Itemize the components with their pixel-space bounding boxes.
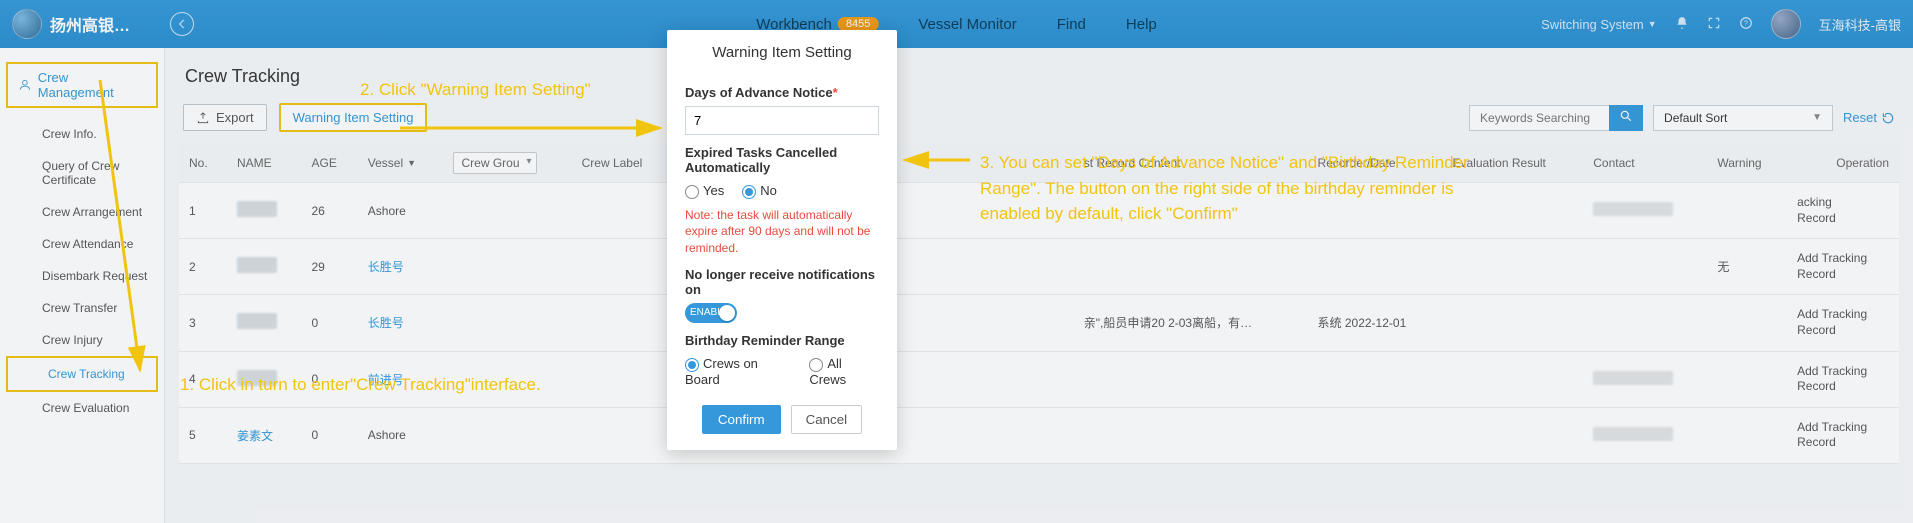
col-age: AGE [301,144,357,183]
contact-blur [1593,202,1673,216]
workbench-badge: 8455 [838,17,878,31]
cancel-button[interactable]: Cancel [791,405,863,434]
logo-area: 扬州高银… [12,9,130,39]
modal-title: Warning Item Setting [685,44,879,75]
crew-table: No. NAME AGE Vessel ▼ Crew Grou Crew Lab… [179,144,1899,464]
col-warning: Warning [1707,144,1787,183]
col-last-record: st Record Content [1074,144,1308,183]
col-vessel[interactable]: Vessel ▼ [358,144,443,183]
company-name: 扬州高银… [50,12,130,36]
nav-vessel-monitor[interactable]: Vessel Monitor [918,16,1016,33]
notification-toggle[interactable]: ENABL [685,303,737,323]
fullscreen-icon[interactable] [1707,16,1721,33]
chevron-down-icon: ▼ [1812,112,1822,123]
table-row: 40前进号On BoardAdd TrackingRecord [179,351,1899,407]
contact-blur [1593,371,1673,385]
col-recorder-date: Recorder/Date [1308,144,1443,183]
contact-blur [1593,427,1673,441]
add-tracking-record[interactable]: Add TrackingRecord [1787,295,1899,351]
col-crew-label: Crew Label [572,144,672,183]
days-label: Days of Advance Notice* [685,85,879,100]
radio-all-crews[interactable]: All Crews [809,356,879,387]
export-icon [196,111,210,125]
name-blur [237,313,277,329]
sidebar-parent-label: Crew Management [38,70,146,100]
radio-no[interactable]: No [742,183,777,199]
chevron-down-icon: ▼ [407,158,416,168]
toolbar: Export Warning Item Setting Default Sort… [179,95,1899,144]
search-icon [1619,109,1633,123]
col-no: No. [179,144,227,183]
name-blur [237,257,277,273]
radio-crews-on-board[interactable]: Crews on Board [685,356,791,387]
name-blur [237,201,277,217]
main-content: Crew Tracking Export Warning Item Settin… [165,48,1913,523]
add-tracking-record[interactable]: Add TrackingRecord [1787,351,1899,407]
sort-select[interactable]: Default Sort ▼ [1653,105,1833,131]
logo-icon [12,9,42,39]
sidebar-item-query-of-crew-certificate[interactable]: Query of Crew Certificate [0,150,164,196]
nav-find[interactable]: Find [1057,16,1086,33]
name-blur [237,370,277,386]
col-operation: Operation [1787,144,1899,183]
sidebar-item-crew-arrangement[interactable]: Crew Arrangement [0,196,164,228]
radio-yes[interactable]: Yes [685,183,724,199]
sidebar-item-crew-tracking[interactable]: Crew Tracking [6,356,158,392]
sidebar-item-disembark-request[interactable]: Disembark Request [0,260,164,292]
no-longer-label: No longer receive notifications on [685,267,879,297]
search-input[interactable] [1469,105,1609,131]
arrow-left-icon [175,17,189,31]
sidebar-item-crew-info-[interactable]: Crew Info. [0,118,164,150]
warning-item-setting-modal: Warning Item Setting Days of Advance Not… [667,30,897,450]
back-button[interactable] [170,12,194,36]
col-contact: Contact [1583,144,1707,183]
col-crew-group[interactable]: Crew Grou [443,144,572,183]
col-name: NAME [227,144,301,183]
table-row: 5姜素文0AshoreOn homeAdd TrackingRecord [179,407,1899,463]
vessel-link[interactable]: 长胜号 [368,260,404,274]
sidebar-parent-crew-management[interactable]: Crew Management [6,62,158,108]
sidebar-item-crew-evaluation[interactable]: Crew Evaluation [0,392,164,424]
confirm-button[interactable]: Confirm [702,405,781,434]
sidebar-item-crew-transfer[interactable]: Crew Transfer [0,292,164,324]
bell-icon[interactable] [1675,16,1689,33]
svg-text:?: ? [1744,20,1748,27]
warning-item-setting-button[interactable]: Warning Item Setting [279,103,428,132]
vessel-link[interactable]: 前进号 [368,373,404,387]
search-button[interactable] [1609,105,1643,131]
help-icon[interactable]: ? [1739,16,1753,33]
crew-name[interactable]: 姜素文 [237,429,273,443]
add-tracking-record[interactable]: Add TrackingRecord [1787,407,1899,463]
sidebar-item-crew-attendance[interactable]: Crew Attendance [0,228,164,260]
search [1469,105,1643,131]
sidebar-item-crew-injury[interactable]: Crew Injury [0,324,164,356]
avatar[interactable] [1771,9,1801,39]
topbar: 扬州高银… Workbench 8455 Vessel Monitor Find… [0,0,1913,48]
add-tracking-record[interactable]: ackingRecord [1787,183,1899,239]
add-tracking-record[interactable]: Add TrackingRecord [1787,239,1899,295]
table-row: 30长胜号On Board亲",船员申请20 2-03离船，有…系统 2022-… [179,295,1899,351]
expired-label: Expired Tasks Cancelled Automatically [685,145,879,175]
switching-system[interactable]: Switching System ▼ [1541,17,1657,32]
vessel-link[interactable]: 长胜号 [368,316,404,330]
top-right: Switching System ▼ ? 互海科技-高银 [1541,9,1901,39]
days-input[interactable] [685,106,879,135]
col-eval: Evaluation Result [1442,144,1583,183]
table-row: 229长胜号On Board无Add TrackingRecord [179,239,1899,295]
user-name: 互海科技-高银 [1819,15,1901,34]
chevron-down-icon: ▼ [1648,19,1657,29]
sidebar: Crew Management Crew Info.Query of Crew … [0,48,165,523]
birthday-label: Birthday Reminder Range [685,333,879,348]
reset-icon [1881,111,1895,125]
table-row: 126AshoreOn homeackingRecord [179,183,1899,239]
page-title: Crew Tracking [179,48,1899,95]
nav-help[interactable]: Help [1126,16,1157,33]
export-button[interactable]: Export [183,104,267,131]
user-icon [18,78,32,92]
reset-button[interactable]: Reset [1843,110,1895,125]
expire-note: Note: the task will automatically expire… [685,207,879,257]
